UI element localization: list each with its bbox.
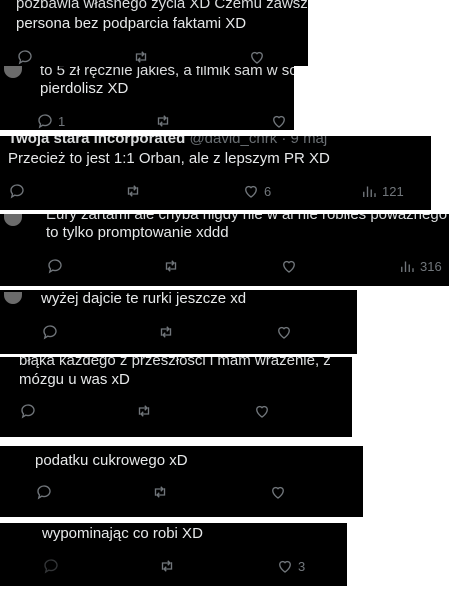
views-icon [360, 182, 378, 200]
post-card[interactable]: podatku cukrowego xD [0, 446, 363, 517]
reply-button[interactable] [16, 48, 38, 66]
reply-button[interactable] [42, 557, 64, 575]
post-card[interactable]: wyżej dajcie te rurki jeszcze xd [0, 290, 357, 354]
post-text: podatku cukrowego xD [35, 452, 188, 469]
author-name[interactable]: Twoja stara incorporated [8, 136, 185, 147]
like-count: 6 [264, 183, 272, 199]
heart-icon [248, 48, 266, 66]
avatar [4, 66, 22, 78]
post-actions [41, 323, 351, 341]
post-card[interactable]: błąka każdego z przeszłości i mam wrażen… [0, 357, 352, 437]
heart-icon [280, 257, 298, 275]
post-header: Twoja stara incorporated @david_chrk · 9… [8, 136, 327, 148]
reply-button[interactable] [19, 402, 41, 420]
reply-icon [46, 257, 64, 275]
reply-button[interactable] [8, 182, 30, 200]
repost-button[interactable] [157, 323, 179, 341]
repost-button[interactable] [132, 48, 154, 66]
author-handle[interactable]: @david_chrk [189, 136, 277, 147]
repost-icon [132, 48, 150, 66]
post-actions [19, 402, 349, 420]
post-text: wyżej dajcie te rurki jeszcze xd [41, 290, 247, 307]
post-text-line: persona bez podparcia faktami XD [16, 15, 247, 32]
like-button[interactable]: 6 [242, 182, 271, 200]
repost-button[interactable] [124, 182, 146, 200]
post-time[interactable]: · 9 maj [281, 136, 327, 147]
heart-icon [269, 483, 287, 501]
post-text-line: mózgu u was xD [19, 371, 130, 388]
reply-button[interactable] [41, 323, 63, 341]
post-text-line: to 5 zł ręcznie jakieś, a filmik sam w s… [40, 66, 294, 79]
heart-icon [253, 402, 271, 420]
post-actions: 1 [36, 112, 294, 130]
repost-button[interactable] [151, 483, 173, 501]
repost-icon [135, 402, 153, 420]
repost-button[interactable] [162, 257, 184, 275]
repost-button[interactable] [135, 402, 157, 420]
repost-icon [124, 182, 142, 200]
like-button[interactable]: 3 [276, 557, 305, 575]
avatar [4, 292, 22, 304]
views-count: 121 [382, 183, 404, 199]
repost-button[interactable] [158, 557, 180, 575]
post-card[interactable]: Eury żartami ale chyba nigdy nie w ai ni… [0, 214, 449, 286]
like-count: 3 [298, 558, 306, 574]
post-actions: 316 [46, 257, 446, 275]
repost-icon [162, 257, 180, 275]
post-text-line: to tylko promptowanie xddd [46, 224, 229, 241]
post-text-line: pozbawia własnego życia XD Czemu zawsze [16, 0, 308, 12]
reply-icon [19, 402, 37, 420]
post-actions [16, 48, 306, 66]
post-card[interactable]: Twoja stara incorporated @david_chrk · 9… [0, 136, 431, 210]
reply-icon [42, 557, 60, 575]
heart-icon [276, 557, 294, 575]
post-text-line: błąka każdego z przeszłości i mam wrażen… [19, 357, 331, 369]
reply-icon [8, 182, 26, 200]
reply-icon [35, 483, 53, 501]
post-text: Przecież to jest 1:1 Orban, ale z lepszy… [8, 150, 330, 167]
views-button[interactable]: 121 [360, 182, 404, 200]
reply-button[interactable] [35, 483, 57, 501]
views-button[interactable]: 316 [398, 257, 442, 275]
post-text-line: pierdolisz XD [40, 80, 129, 97]
repost-icon [157, 323, 175, 341]
post-card[interactable]: pozbawia własnego życia XD Czemu zawsze … [0, 0, 308, 66]
post-text-line: Eury żartami ale chyba nigdy nie w ai ni… [46, 214, 448, 223]
views-icon [398, 257, 416, 275]
heart-icon [270, 112, 288, 130]
like-button[interactable] [270, 112, 292, 130]
reply-icon [36, 112, 54, 130]
like-button[interactable] [275, 323, 297, 341]
post-actions: 3 [42, 557, 342, 575]
post-actions: 6 121 [8, 182, 428, 200]
repost-icon [151, 483, 169, 501]
like-button[interactable] [253, 402, 275, 420]
like-button[interactable] [248, 48, 270, 66]
reply-button[interactable]: 1 [36, 112, 65, 130]
post-actions [35, 483, 360, 501]
heart-icon [275, 323, 293, 341]
reply-button[interactable] [46, 257, 68, 275]
post-card[interactable]: to 5 zł ręcznie jakieś, a filmik sam w s… [0, 66, 294, 130]
reply-icon [16, 48, 34, 66]
reply-count: 1 [58, 113, 66, 129]
repost-icon [154, 112, 172, 130]
post-card[interactable]: wypominając co robi XD 3 [0, 523, 347, 586]
repost-icon [158, 557, 176, 575]
repost-button[interactable] [154, 112, 176, 130]
reply-icon [41, 323, 59, 341]
heart-icon [242, 182, 260, 200]
like-button[interactable] [280, 257, 302, 275]
post-text: wypominając co robi XD [42, 525, 203, 542]
views-count: 316 [420, 258, 442, 274]
avatar [4, 214, 22, 226]
like-button[interactable] [269, 483, 291, 501]
